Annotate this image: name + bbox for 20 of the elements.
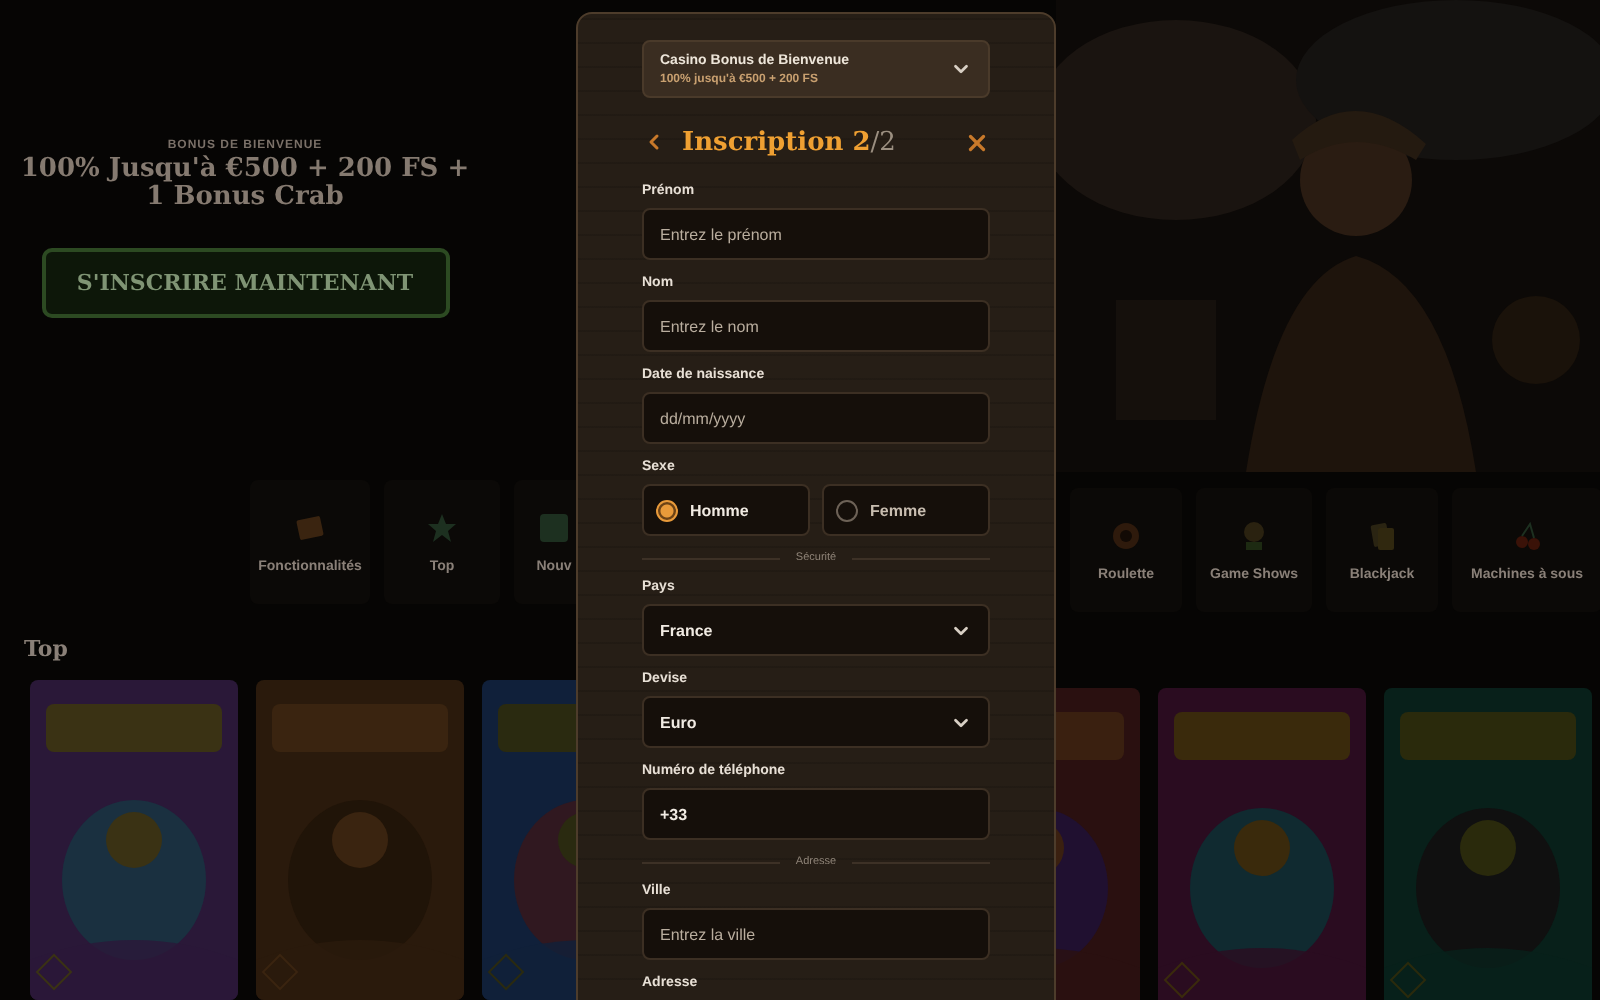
select-field[interactable]: France — [642, 604, 990, 656]
star-icon — [426, 511, 458, 544]
radio-option[interactable]: Homme — [642, 484, 810, 536]
input-field[interactable]: Entrez la ville — [642, 908, 990, 960]
radio-option[interactable]: Femme — [822, 484, 990, 536]
select-field[interactable]: Euro — [642, 696, 990, 748]
hero-headline: 100% Jusqu'à €500 + 200 FS + 1 Bonus Crab — [20, 156, 470, 212]
input-field[interactable]: dd/mm/yyyy — [642, 392, 990, 444]
game-show-icon — [1238, 519, 1270, 551]
roulette-icon — [1110, 519, 1142, 551]
section-title: Top — [24, 636, 70, 667]
input-field[interactable]: Entrez le prénom — [642, 208, 990, 260]
input-field[interactable]: +33 — [642, 788, 990, 840]
ticket-icon — [294, 511, 326, 544]
signup-button[interactable]: S'INSCRIRE MAINTENANT — [41, 248, 449, 318]
close-icon[interactable] — [964, 129, 990, 155]
input-field[interactable]: Entrez le nom — [642, 300, 990, 352]
cards-icon — [1366, 519, 1398, 551]
modal-title: Inscription 2/2 — [682, 127, 898, 157]
cherry-icon — [1511, 519, 1543, 551]
